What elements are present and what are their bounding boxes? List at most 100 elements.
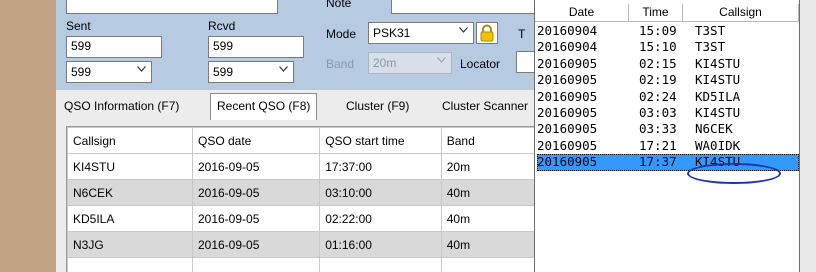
chevron-down-icon [279, 66, 288, 74]
item-callsign: WA0IDK [695, 137, 741, 153]
item-date: 20160905 [537, 121, 598, 137]
callsign-input[interactable] [66, 0, 278, 14]
cell-start-time: 17:37:00 [319, 153, 442, 180]
table-row[interactable]: N6CEK 2016-09-05 03:10:00 40m [67, 179, 536, 206]
popup-column-date[interactable]: Date [535, 4, 629, 22]
item-date: 20160905 [537, 72, 598, 88]
table-row[interactable]: KD5ILA 2016-09-05 02:22:00 40m [67, 205, 536, 232]
popup-header: Date Time Callsign [535, 4, 799, 22]
list-item[interactable]: 20160904 15:09 T3ST [537, 23, 799, 39]
cell-qso-date [191, 257, 321, 272]
list-item[interactable]: 20160904 15:10 T3ST [537, 39, 799, 55]
mode-label: Mode [326, 27, 357, 41]
cell-band: 20m [440, 153, 536, 180]
tab-cluster-scanner[interactable]: Cluster Scanner [436, 94, 534, 118]
cell-callsign: KI4STU [67, 153, 193, 180]
mode-select[interactable]: PSK31 [368, 22, 474, 44]
recent-qso-table: Callsign QSO date QSO start time Band KI… [67, 127, 536, 272]
item-date: 20160905 [537, 104, 598, 120]
list-item[interactable]: 20160905 02:15 KI4STU [537, 56, 799, 72]
cell-qso-date: 2016-09-05 [191, 179, 321, 206]
column-header-callsign[interactable]: Callsign [67, 127, 193, 154]
cell-band: 40m [440, 179, 536, 206]
item-time: 02:24 [639, 88, 677, 104]
popup-column-callsign[interactable]: Callsign [683, 4, 799, 22]
item-time: 03:03 [639, 104, 677, 120]
cell-qso-date: 2016-09-05 [191, 231, 321, 258]
table-row[interactable]: N3JG 2016-09-05 01:16:00 40m [67, 231, 536, 258]
cell-band: 40m [440, 205, 536, 232]
logger-main-window: Note Sent Rcvd 599 599 599 599 Mode PSK3… [56, 0, 536, 272]
item-time: 15:10 [639, 39, 677, 55]
lock-icon [477, 24, 497, 46]
item-callsign: KD5ILA [695, 88, 741, 104]
sent-rst-select-value: 599 [71, 65, 92, 79]
popup-list: 20160904 15:09 T3ST 20160904 15:10 T3ST 2016… [537, 23, 799, 171]
table-row[interactable]: KI4STU 2016-09-05 17:37:00 20m [67, 153, 536, 180]
qso-history-popup: Date Time Callsign 20160904 15:09 T3ST 201… [534, 0, 800, 272]
locator-input[interactable] [516, 51, 536, 73]
locator-label: Locator [460, 57, 501, 71]
band-select[interactable]: 20m [368, 52, 452, 74]
t-label: T [518, 27, 526, 41]
item-date: 20160905 [537, 154, 598, 170]
sent-label: Sent [66, 19, 91, 33]
qso-entry-panel: Note Sent Rcvd 599 599 599 599 Mode PSK3… [56, 0, 536, 90]
rcvd-rst-select[interactable]: 599 [208, 61, 294, 83]
cell-start-time: 01:16:00 [319, 231, 442, 258]
item-date: 20160905 [537, 137, 598, 153]
mode-select-value: PSK31 [373, 26, 411, 40]
sent-rst-select[interactable]: 599 [66, 61, 152, 83]
tab-qso-information[interactable]: QSO Information (F7) [58, 94, 185, 118]
sent-rst-input[interactable]: 599 [66, 36, 162, 58]
tab-bar: QSO Information (F7) Recent QSO (F8) Clu… [56, 90, 536, 120]
cell-band: 40m [440, 231, 536, 258]
rcvd-label: Rcvd [208, 19, 236, 33]
desktop-background-left [0, 0, 56, 272]
item-time: 02:19 [639, 72, 677, 88]
table-header-row: Callsign QSO date QSO start time Band [67, 127, 536, 154]
note-input[interactable] [391, 0, 536, 14]
popup-column-time[interactable]: Time [629, 4, 683, 22]
cell-start-time: 03:10:00 [319, 179, 442, 206]
cell-callsign: KD5ILA [67, 205, 193, 232]
rcvd-rst-select-value: 599 [213, 65, 234, 79]
cell-start-time: 02:22:00 [319, 205, 442, 232]
chevron-down-icon [459, 27, 468, 35]
list-item[interactable]: 20160905 03:03 KI4STU [537, 105, 799, 121]
item-time: 17:37 [639, 154, 677, 170]
list-item[interactable]: 20160905 03:33 N6CEK [537, 121, 799, 137]
item-date: 20160904 [537, 23, 598, 38]
column-header-qso-date[interactable]: QSO date [191, 127, 321, 154]
mode-lock-button[interactable] [476, 22, 498, 44]
chevron-down-icon [137, 66, 146, 74]
item-date: 20160905 [537, 88, 598, 104]
note-label: Note [326, 0, 352, 10]
tab-recent-qso[interactable]: Recent QSO (F8) [210, 93, 318, 120]
item-date: 20160905 [537, 55, 598, 71]
item-callsign: T3ST [695, 23, 726, 38]
cell-callsign [67, 257, 193, 272]
chevron-down-icon [437, 57, 446, 65]
item-callsign: T3ST [695, 39, 726, 55]
item-date: 20160904 [537, 39, 598, 55]
column-header-start-time[interactable]: QSO start time [319, 127, 442, 154]
band-label: Band [326, 57, 355, 71]
tab-cluster[interactable]: Cluster (F9) [340, 94, 415, 118]
desktop-background-right [800, 0, 816, 272]
column-header-band[interactable]: Band [440, 127, 536, 154]
cell-band [440, 257, 536, 272]
item-time: 03:33 [639, 121, 677, 137]
hand-drawn-circle-annotation [687, 163, 781, 184]
band-select-value: 20m [373, 56, 397, 70]
table-row[interactable] [67, 257, 536, 272]
item-time: 15:09 [639, 23, 677, 38]
item-time: 02:15 [639, 55, 677, 71]
item-callsign: KI4STU [695, 55, 741, 71]
rcvd-rst-input[interactable]: 599 [208, 36, 304, 58]
list-item[interactable]: 20160905 02:24 KD5ILA [537, 89, 799, 105]
item-callsign: N6CEK [695, 121, 733, 137]
list-item[interactable]: 20160905 17:21 WA0IDK [537, 138, 799, 154]
recent-qso-grid: Callsign QSO date QSO start time Band KI… [66, 126, 536, 272]
list-item[interactable]: 20160905 02:19 KI4STU [537, 72, 799, 88]
